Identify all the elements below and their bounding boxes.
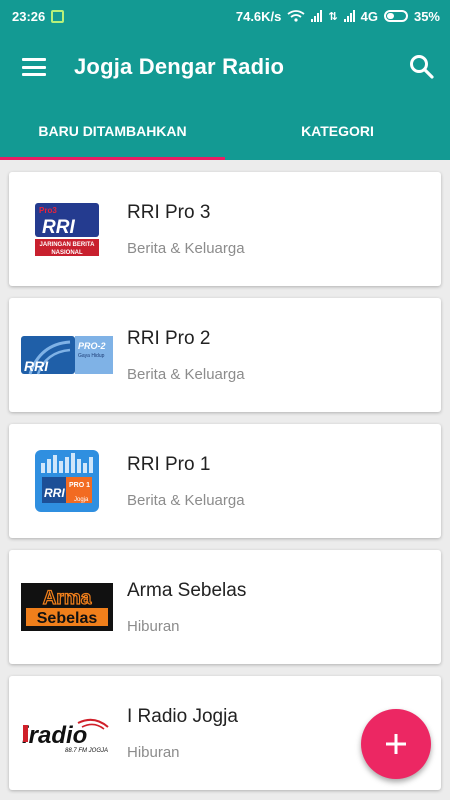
station-card[interactable]: RRI PRO 1 Jogja RRI Pro 1 Berita & Kelua… bbox=[9, 424, 441, 538]
rri-pro3-logo: Pro3 RRI JARINGAN BERITA NASIONAL bbox=[17, 193, 117, 265]
signal-icon bbox=[311, 10, 323, 22]
station-name: RRI Pro 3 bbox=[127, 201, 211, 223]
logo-text: RRI bbox=[42, 217, 75, 238]
logo-text: RRI bbox=[24, 358, 49, 374]
status-right: 74.6K/s ⇅ 4G 35% bbox=[236, 9, 440, 24]
rri-pro1-logo: RRI PRO 1 Jogja bbox=[17, 445, 117, 517]
battery-level: 35% bbox=[413, 8, 440, 24]
arma-sebelas-logo: Arma Sebelas bbox=[17, 571, 117, 643]
wifi-icon bbox=[287, 10, 305, 22]
logo-text: PRO 1 bbox=[69, 482, 90, 489]
station-card[interactable]: RRI PRO-2 Gaya Hidup RRI Pro 2 Berita & … bbox=[9, 298, 441, 412]
station-card[interactable]: Pro3 RRI JARINGAN BERITA NASIONAL RRI Pr… bbox=[9, 172, 441, 286]
station-name: Arma Sebelas bbox=[127, 579, 247, 601]
station-info: Arma Sebelas Hiburan bbox=[127, 580, 246, 635]
logo-text: Jogja bbox=[74, 497, 89, 503]
rri-pro2-logo: RRI PRO-2 Gaya Hidup bbox=[17, 319, 117, 391]
logo-text: Arma bbox=[43, 588, 92, 609]
logo-text: RRI bbox=[44, 486, 65, 500]
menu-icon[interactable] bbox=[22, 58, 46, 76]
iradio-logo: iradio 88.7 FM JOGJA bbox=[17, 697, 117, 769]
station-info: I Radio Jogja Hiburan bbox=[127, 706, 238, 761]
logo-text: Gaya Hidup bbox=[78, 353, 105, 359]
notification-icon bbox=[51, 9, 65, 23]
logo-text: iradio bbox=[22, 722, 87, 749]
network-type: 4G bbox=[360, 8, 378, 24]
tab-kategori[interactable]: KATEGORI bbox=[225, 102, 450, 160]
logo-text: PRO-2 bbox=[78, 341, 106, 351]
station-info: RRI Pro 3 Berita & Keluarga bbox=[127, 202, 245, 257]
logo-text: JARINGAN BERITA bbox=[40, 242, 96, 248]
tab-indicator bbox=[0, 157, 225, 160]
network-speed: 74.6K/s bbox=[235, 8, 282, 24]
station-name: I Radio Jogja bbox=[127, 705, 238, 727]
add-fab-button[interactable] bbox=[361, 709, 431, 779]
station-info: RRI Pro 2 Berita & Keluarga bbox=[127, 328, 245, 383]
search-icon[interactable] bbox=[408, 53, 436, 81]
status-left: 23:26 bbox=[12, 8, 65, 24]
station-info: RRI Pro 1 Berita & Keluarga bbox=[127, 454, 245, 509]
station-category: Hiburan bbox=[127, 617, 180, 635]
station-category: Berita & Keluarga bbox=[127, 491, 245, 509]
station-name: RRI Pro 2 bbox=[127, 327, 211, 349]
tab-baru-ditambahkan[interactable]: BARU DITAMBAHKAN bbox=[0, 102, 225, 160]
logo-text: NASIONAL bbox=[51, 250, 83, 256]
station-list: Pro3 RRI JARINGAN BERITA NASIONAL RRI Pr… bbox=[0, 160, 450, 790]
battery-icon bbox=[383, 10, 408, 22]
plus-icon bbox=[386, 734, 406, 754]
data-transfer-icon: ⇅ bbox=[328, 10, 338, 23]
station-category: Berita & Keluarga bbox=[127, 239, 245, 257]
logo-text: 88.7 FM JOGJA bbox=[65, 748, 108, 754]
status-time: 23:26 bbox=[12, 8, 46, 24]
signal-icon-2 bbox=[343, 10, 355, 22]
station-card[interactable]: Arma Sebelas Arma Sebelas Hiburan bbox=[9, 550, 441, 664]
station-category: Berita & Keluarga bbox=[127, 365, 245, 383]
app-title: Jogja Dengar Radio bbox=[74, 54, 285, 79]
logo-text: Sebelas bbox=[37, 610, 98, 627]
logo-text: Pro3 bbox=[39, 206, 57, 215]
app-bar: Jogja Dengar Radio bbox=[0, 32, 450, 102]
status-bar: 23:26 74.6K/s ⇅ 4G 35% bbox=[0, 0, 450, 32]
tab-bar: BARU DITAMBAHKAN KATEGORI bbox=[0, 102, 450, 160]
station-name: RRI Pro 1 bbox=[127, 453, 211, 475]
station-category: Hiburan bbox=[127, 743, 180, 761]
